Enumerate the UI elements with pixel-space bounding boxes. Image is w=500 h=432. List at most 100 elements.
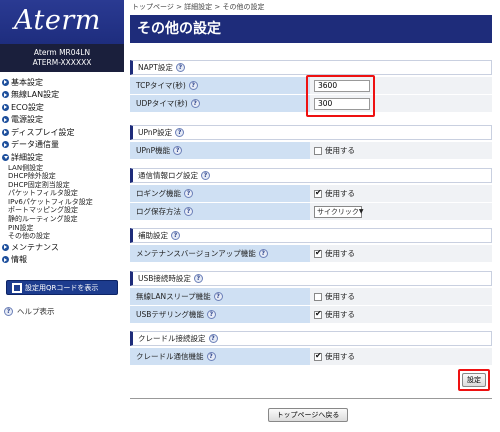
wlan-sleep-checkbox[interactable] [314,292,322,301]
submenu-item-lan[interactable]: LAN側設定 [8,164,124,173]
arrow-icon [2,243,9,251]
usb-tethering-checkbox[interactable] [314,309,322,319]
field-value: 使用する [310,288,492,305]
field-value: 使用する [310,306,492,323]
help-icon[interactable]: ? [173,146,183,155]
field-label: 無線LANスリープ機能? [130,288,310,305]
tcp-timer-input[interactable] [314,79,370,92]
section-header: NAPT設定? [130,60,492,75]
cradle-section: クレードル接続設定? クレードル通信機能? 使用する [130,331,492,366]
help-link[interactable]: ? ヘルプ表示 [4,306,55,317]
logging-checkbox[interactable] [314,188,322,198]
log-save-row: ログ保存方法? サイクリック ▼ [130,203,492,221]
model-name: Aterm MR04LN [33,48,91,57]
sidebar-item-eco[interactable]: ECO設定 [0,101,124,114]
wlan-sleep-row: 無線LANスリープ機能? 使用する [130,288,492,306]
model-info: Aterm MR04LN ATERM-XXXXXX [0,44,124,72]
udp-timer-row: UDPタイマ(秒)? [130,95,492,113]
arrow-icon [2,78,9,86]
help-icon[interactable]: ? [208,334,218,343]
help-icon[interactable]: ? [184,189,193,198]
cradle-checkbox[interactable] [314,351,322,361]
log-save-select[interactable]: サイクリック ▼ [314,205,364,218]
help-icon[interactable]: ? [175,63,185,72]
help-icon[interactable]: ? [201,171,210,180]
section-title: USB接続時設定 [138,274,191,283]
help-icon[interactable]: ? [175,128,185,137]
qr-button-label: 設定用QRコードを表示 [25,283,99,292]
arrow-icon [2,256,9,264]
help-icon[interactable]: ? [258,249,268,258]
sidebar-item-basic[interactable]: 基本設定 [0,76,124,89]
submenu-item-pin[interactable]: PIN設定 [8,224,124,233]
field-label: メンテナンスバージョンアップ機能? [130,245,310,262]
help-icon[interactable]: ? [206,310,216,319]
sidebar-item-display[interactable]: ディスプレイ設定 [0,126,124,139]
arrow-icon [2,141,9,149]
help-icon[interactable]: ? [171,231,180,240]
field-label: ログ保存方法? [130,203,310,220]
field-label: USBテザリング機能? [130,306,310,323]
tcp-timer-row: TCPタイマ(秒)? [130,77,492,95]
chevron-down-icon: ▼ [358,208,364,215]
sidebar-item-data-usage[interactable]: データ通信量 [0,139,124,152]
field-label: UPnP機能? [130,142,310,159]
sidebar-item-wireless[interactable]: 無線LAN設定 [0,89,124,102]
maintenance-update-checkbox[interactable] [314,248,322,258]
usb-section: USB接続時設定? 無線LANスリープ機能? 使用する USBテザリング機能? … [130,271,492,324]
section-title: UPnP設定 [138,128,173,137]
usb-tethering-row: USBテザリング機能? 使用する [130,306,492,324]
field-value [310,95,492,112]
help-icon[interactable]: ? [193,274,203,283]
help-icon[interactable]: ? [188,81,198,90]
checkbox-label: 使用する [325,352,355,361]
section-header: クレードル接続設定? [130,331,492,346]
submenu-item-port-mapping[interactable]: ポートマッピング設定 [8,206,124,215]
checkbox-label: 使用する [325,292,355,301]
sidebar-item-advanced[interactable]: 詳細設定 [0,151,124,164]
qr-code-icon [12,282,22,293]
checkbox-label: 使用する [325,249,355,258]
model-id: ATERM-XXXXXX [32,58,92,67]
log-section: 通信情報ログ設定? ロギング機能? 使用する ログ保存方法? サイクリック▼ [130,168,492,221]
help-icon[interactable]: ? [190,99,200,108]
set-button[interactable]: 設定 [462,373,486,387]
submenu-item-static-routing[interactable]: 静的ルーティング設定 [8,215,124,224]
sidebar-menu: 基本設定 無線LAN設定 ECO設定 電源設定 ディスプレイ設定 データ通信量 … [0,76,124,266]
label-text: TCPタイマ(秒) [136,81,186,90]
submenu-item-packet-filter[interactable]: パケットフィルタ設定 [8,189,124,198]
submenu-item-dhcp-exclude[interactable]: DHCP除外設定 [8,172,124,181]
field-value: 使用する [310,185,492,202]
arrow-icon [2,103,9,111]
help-icon: ? [4,307,13,316]
sidebar-item-power[interactable]: 電源設定 [0,114,124,127]
sidebar-item-label: 電源設定 [11,115,43,125]
help-icon[interactable]: ? [184,207,193,216]
field-label: クレードル通信機能? [130,348,310,365]
section-header: 補助設定? [130,228,492,243]
field-label: TCPタイマ(秒)? [130,77,310,94]
submenu-item-dhcp-fixed[interactable]: DHCP固定割当設定 [8,181,124,190]
sidebar-item-info[interactable]: 情報 [0,253,124,266]
show-qr-button[interactable]: 設定用QRコードを表示 [6,280,118,295]
sidebar-item-label: 基本設定 [11,77,43,87]
arrow-icon [2,91,9,99]
udp-timer-input[interactable] [314,97,370,110]
sidebar-item-label: メンテナンス [11,242,59,252]
back-to-top-button[interactable]: トップページへ戻る [268,408,348,422]
maintenance-update-row: メンテナンスバージョンアップ機能? 使用する [130,245,492,263]
label-text: 無線LANスリープ機能 [136,292,211,301]
page-title: その他の設定 [130,15,492,43]
help-icon[interactable]: ? [206,352,216,361]
submenu-item-other[interactable]: その他の設定 [8,232,124,241]
upnp-checkbox[interactable] [314,146,322,155]
divider [130,398,492,399]
napt-section: NAPT設定? TCPタイマ(秒)? UDPタイマ(秒)? [130,60,492,113]
sidebar-item-maintenance[interactable]: メンテナンス [0,241,124,254]
upnp-section: UPnP設定? UPnP機能? 使用する [130,125,492,160]
upnp-row: UPnP機能? 使用する [130,142,492,160]
field-value: 使用する [310,142,492,159]
label-text: UDPタイマ(秒) [136,99,188,108]
field-value: 使用する [310,348,492,365]
help-icon[interactable]: ? [213,292,223,301]
